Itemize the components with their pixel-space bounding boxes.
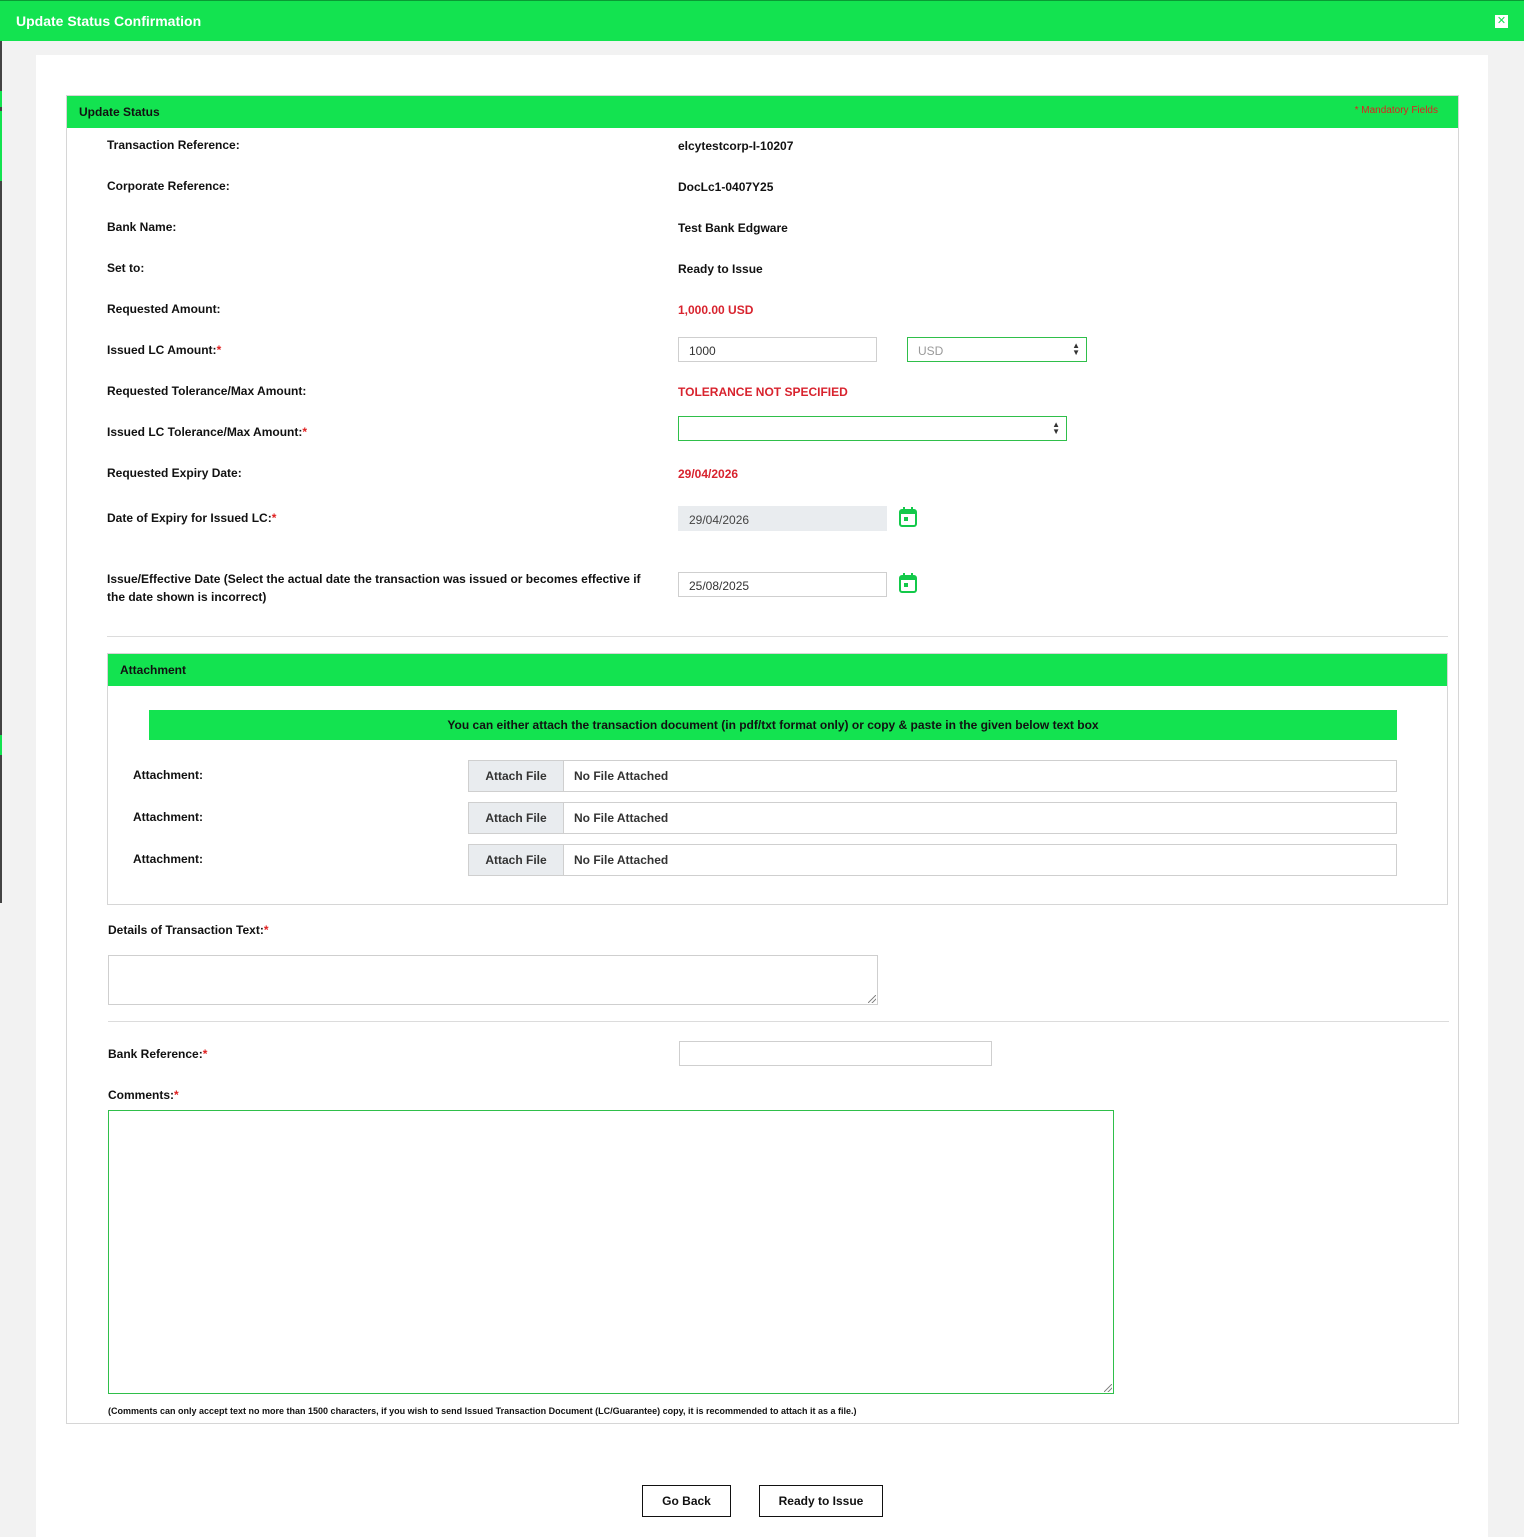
calendar-icon[interactable]: [899, 573, 917, 593]
comments-textarea[interactable]: [108, 1110, 1114, 1394]
bank-reference-input[interactable]: [679, 1041, 992, 1066]
bank-reference-label: Bank Reference:*: [108, 1047, 208, 1061]
comments-label: Comments:*: [108, 1088, 179, 1102]
issued-tolerance-label: Issued LC Tolerance/Max Amount:*: [107, 425, 308, 439]
details-text-area[interactable]: [108, 955, 878, 1005]
issue-effective-label: Issue/Effective Date (Select the actual …: [107, 572, 641, 604]
mandatory-note: * Mandatory Fields: [1354, 105, 1438, 116]
attachment-label: Attachment:: [133, 852, 204, 866]
file-input[interactable]: Attach File No File Attached: [468, 802, 1397, 834]
details-text-label: Details of Transaction Text:*: [108, 923, 269, 937]
attach-file-button[interactable]: Attach File: [469, 803, 564, 833]
file-status: No File Attached: [574, 769, 669, 783]
issued-tolerance-select[interactable]: ▲ ▼: [678, 416, 1067, 441]
transaction-reference-value: elcytestcorp-I-10207: [678, 139, 794, 153]
expiry-issued-label: Date of Expiry for Issued LC:*: [107, 511, 277, 525]
ready-to-issue-button[interactable]: Ready to Issue: [759, 1485, 883, 1517]
requested-expiry-label: Requested Expiry Date:: [107, 466, 242, 480]
currency-value: USD: [918, 344, 944, 358]
attach-file-button[interactable]: Attach File: [469, 761, 564, 791]
backdrop-edge: [0, 41, 2, 903]
panel-title: Update Status: [79, 105, 160, 119]
requested-tolerance-value: TOLERANCE NOT SPECIFIED: [678, 385, 848, 399]
select-arrows-icon: ▲ ▼: [1052, 420, 1060, 436]
currency-select[interactable]: USD ▲ ▼: [907, 337, 1087, 362]
modal-body: Update Status * Mandatory Fields Transac…: [36, 55, 1488, 1537]
file-input[interactable]: Attach File No File Attached: [468, 760, 1397, 792]
bank-name-value: Test Bank Edgware: [678, 221, 788, 235]
calendar-icon[interactable]: [899, 507, 917, 527]
issue-effective-input[interactable]: 25/08/2025: [678, 572, 887, 597]
requested-amount-label: Requested Amount:: [107, 302, 221, 316]
resize-handle[interactable]: [868, 995, 876, 1003]
comments-note: (Comments can only accept text no more t…: [108, 1406, 857, 1416]
set-to-label: Set to:: [107, 261, 145, 275]
modal-header: Update Status Confirmation ✕: [0, 0, 1524, 41]
attachment-header: Attachment: [108, 654, 1447, 686]
attachment-title: Attachment: [120, 663, 187, 677]
file-status: No File Attached: [574, 811, 669, 825]
requested-tolerance-label: Requested Tolerance/Max Amount:: [107, 384, 307, 398]
attachment-label: Attachment:: [133, 810, 204, 824]
attachment-banner: You can either attach the transaction do…: [149, 710, 1397, 740]
file-input[interactable]: Attach File No File Attached: [468, 844, 1397, 876]
issued-lc-amount-label: Issued LC Amount:*: [107, 343, 222, 357]
select-arrows-icon: ▲ ▼: [1072, 341, 1080, 357]
update-status-modal: Update Status Confirmation ✕ Update Stat…: [0, 0, 1524, 1537]
corporate-reference-value: DocLc1-0407Y25: [678, 180, 774, 194]
corporate-reference-label: Corporate Reference:: [107, 179, 230, 193]
close-icon[interactable]: ✕: [1495, 15, 1508, 28]
divider: [107, 636, 1448, 637]
transaction-reference-label: Transaction Reference:: [107, 138, 240, 152]
resize-handle[interactable]: [1104, 1384, 1112, 1392]
requested-amount-value: 1,000.00 USD: [678, 303, 754, 317]
go-back-button[interactable]: Go Back: [642, 1485, 731, 1517]
expiry-issued-input[interactable]: 29/04/2026: [678, 506, 887, 531]
file-status: No File Attached: [574, 853, 669, 867]
panel-header: Update Status * Mandatory Fields: [67, 96, 1458, 128]
set-to-value: Ready to Issue: [678, 262, 763, 276]
attachment-label: Attachment:: [133, 768, 204, 782]
attachment-panel: Attachment You can either attach the tra…: [107, 653, 1448, 905]
attach-file-button[interactable]: Attach File: [469, 845, 564, 875]
issued-lc-amount-input[interactable]: 1000: [678, 337, 877, 362]
requested-expiry-value: 29/04/2026: [678, 467, 739, 481]
divider: [108, 1021, 1449, 1022]
bank-name-label: Bank Name:: [107, 220, 177, 234]
modal-title: Update Status Confirmation: [16, 13, 202, 29]
update-status-panel: Update Status * Mandatory Fields Transac…: [66, 95, 1459, 1424]
